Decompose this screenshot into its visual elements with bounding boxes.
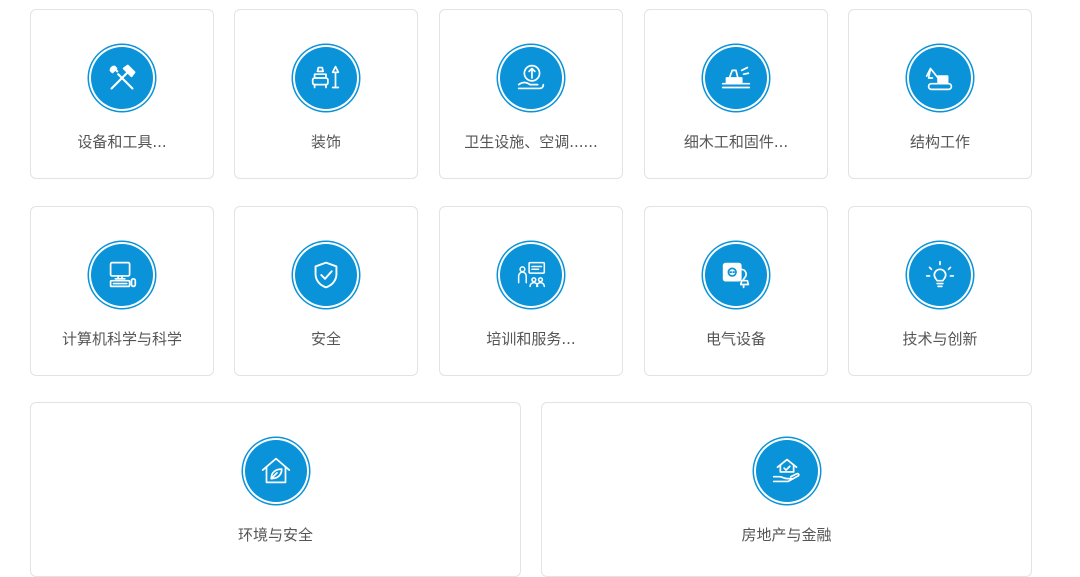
computer-icon xyxy=(91,244,153,306)
category-label: 培训和服务... xyxy=(486,330,576,348)
category-card-sanitary[interactable]: 卫生设施、空调...... xyxy=(439,9,623,179)
furniture-icon xyxy=(295,47,357,109)
tools-icon xyxy=(91,47,153,109)
category-label: 安全 xyxy=(310,330,341,348)
category-label: 细木工和固件... xyxy=(683,133,789,151)
category-card-training[interactable]: 培训和服务... xyxy=(439,206,623,376)
category-label: 电气设备 xyxy=(705,330,766,348)
category-card-real-estate[interactable]: 房地产与金融 xyxy=(541,402,1032,577)
category-label: 环境与安全 xyxy=(237,526,313,544)
training-icon xyxy=(500,244,562,306)
excavator-icon xyxy=(909,47,971,109)
category-label: 装饰 xyxy=(310,133,341,151)
category-label: 结构工作 xyxy=(909,133,970,151)
house-hand-icon xyxy=(755,440,818,502)
category-label: 卫生设施、空调...... xyxy=(464,133,598,151)
carpentry-plane-icon xyxy=(705,47,767,109)
category-card-computer-science[interactable]: 计算机科学与科学 xyxy=(30,206,214,376)
category-label: 房地产与金融 xyxy=(741,526,832,544)
category-card-structure[interactable]: 结构工作 xyxy=(848,9,1032,179)
category-card-technology[interactable]: 技术与创新 xyxy=(848,206,1032,376)
lightbulb-icon xyxy=(909,244,971,306)
shield-check-icon xyxy=(295,244,357,306)
category-card-electrical[interactable]: 电气设备 xyxy=(644,206,828,376)
category-card-tools[interactable]: 设备和工具... xyxy=(30,9,214,179)
category-card-carpentry[interactable]: 细木工和固件... xyxy=(644,9,828,179)
electrical-plug-icon xyxy=(705,244,767,306)
category-card-security[interactable]: 安全 xyxy=(234,206,418,376)
category-label: 设备和工具... xyxy=(77,133,167,151)
category-label: 计算机科学与科学 xyxy=(61,330,182,348)
category-card-decoration[interactable]: 装饰 xyxy=(234,9,418,179)
category-label: 技术与创新 xyxy=(902,330,978,348)
plumbing-icon xyxy=(500,47,562,109)
eco-house-icon xyxy=(244,440,307,502)
category-card-environment[interactable]: 环境与安全 xyxy=(30,402,521,577)
